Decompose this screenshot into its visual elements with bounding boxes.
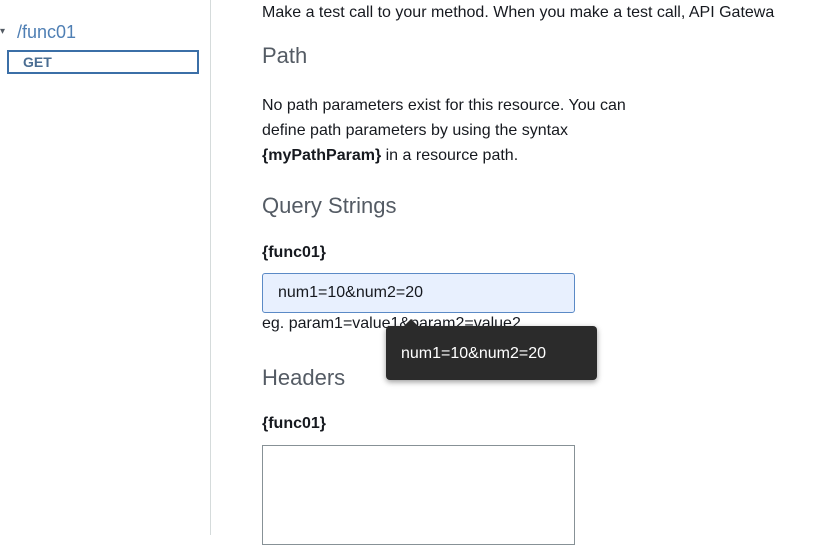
path-description: No path parameters exist for this resour… [262,93,672,168]
path-desc-suffix: in a resource path. [381,147,519,164]
resource-sidebar: ▾ /func01 GET [0,0,211,535]
path-param-syntax: {myPathParam} [262,147,382,164]
intro-text: Make a test call to your method. When yo… [262,4,775,21]
test-method-panel: Make a test call to your method. When yo… [262,0,823,545]
path-desc-text: No path parameters exist for this resour… [262,97,626,139]
query-string-field-label: {func01} [262,244,327,261]
query-string-input[interactable] [262,273,575,313]
method-label: GET [23,54,52,70]
resource-link-func01[interactable]: /func01 [17,22,76,43]
expand-arrow-icon[interactable]: ▾ [0,26,5,37]
headers-section-title: Headers [262,365,346,390]
path-section-title: Path [262,43,308,68]
autocomplete-tooltip[interactable]: num1=10&num2=20 [386,319,597,380]
method-get-button[interactable]: GET [7,50,199,74]
headers-textarea[interactable] [262,445,575,545]
tooltip-arrow [404,319,418,326]
headers-field-label: {func01} [262,415,327,432]
query-strings-section-title: Query Strings [262,193,397,218]
tooltip-suggestion-text: num1=10&num2=20 [401,345,546,362]
